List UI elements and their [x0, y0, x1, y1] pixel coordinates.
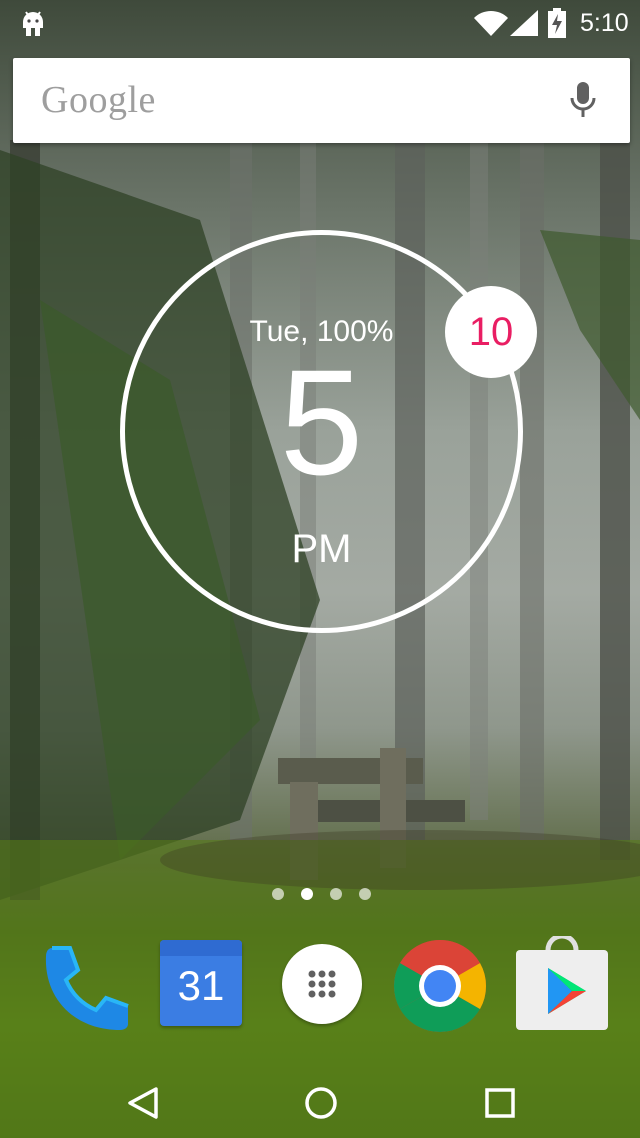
home-icon[interactable] — [291, 1078, 351, 1128]
google-logo: Google — [41, 79, 156, 121]
app-drawer-button[interactable] — [282, 944, 362, 1024]
page-dot — [330, 888, 342, 900]
google-search-bar[interactable]: Google — [13, 58, 630, 143]
page-dot — [272, 888, 284, 900]
back-icon[interactable] — [113, 1078, 173, 1128]
clock-ampm: PM — [291, 527, 352, 571]
cell-signal-icon — [510, 10, 538, 36]
mic-icon[interactable] — [567, 80, 599, 120]
page-dot-active — [301, 888, 313, 900]
page-dot — [359, 888, 371, 900]
phone-icon[interactable] — [34, 938, 130, 1034]
app-drawer-icon — [308, 970, 336, 998]
page-indicator — [270, 888, 380, 902]
notification-count-badge[interactable]: 10 — [445, 286, 537, 378]
battery-charging-icon — [548, 8, 566, 38]
home-screen: 5:10 Google Tue, 100% 5 PM 10 31 — [0, 0, 640, 1138]
play-store-icon[interactable] — [514, 936, 610, 1032]
chrome-icon[interactable] — [392, 938, 488, 1034]
wifi-icon — [474, 10, 508, 36]
status-time: 5:10 — [580, 9, 629, 37]
calendar-header — [160, 940, 242, 956]
clock-hour: 5 — [279, 338, 364, 506]
calendar-date-label: 31 — [177, 962, 225, 1009]
recents-icon[interactable] — [470, 1078, 530, 1128]
clock-widget[interactable]: Tue, 100% 5 PM — [120, 230, 523, 633]
status-bar: 5:10 — [0, 0, 640, 48]
calendar-icon[interactable]: 31 — [160, 940, 242, 1026]
android-debug-icon — [23, 11, 43, 36]
